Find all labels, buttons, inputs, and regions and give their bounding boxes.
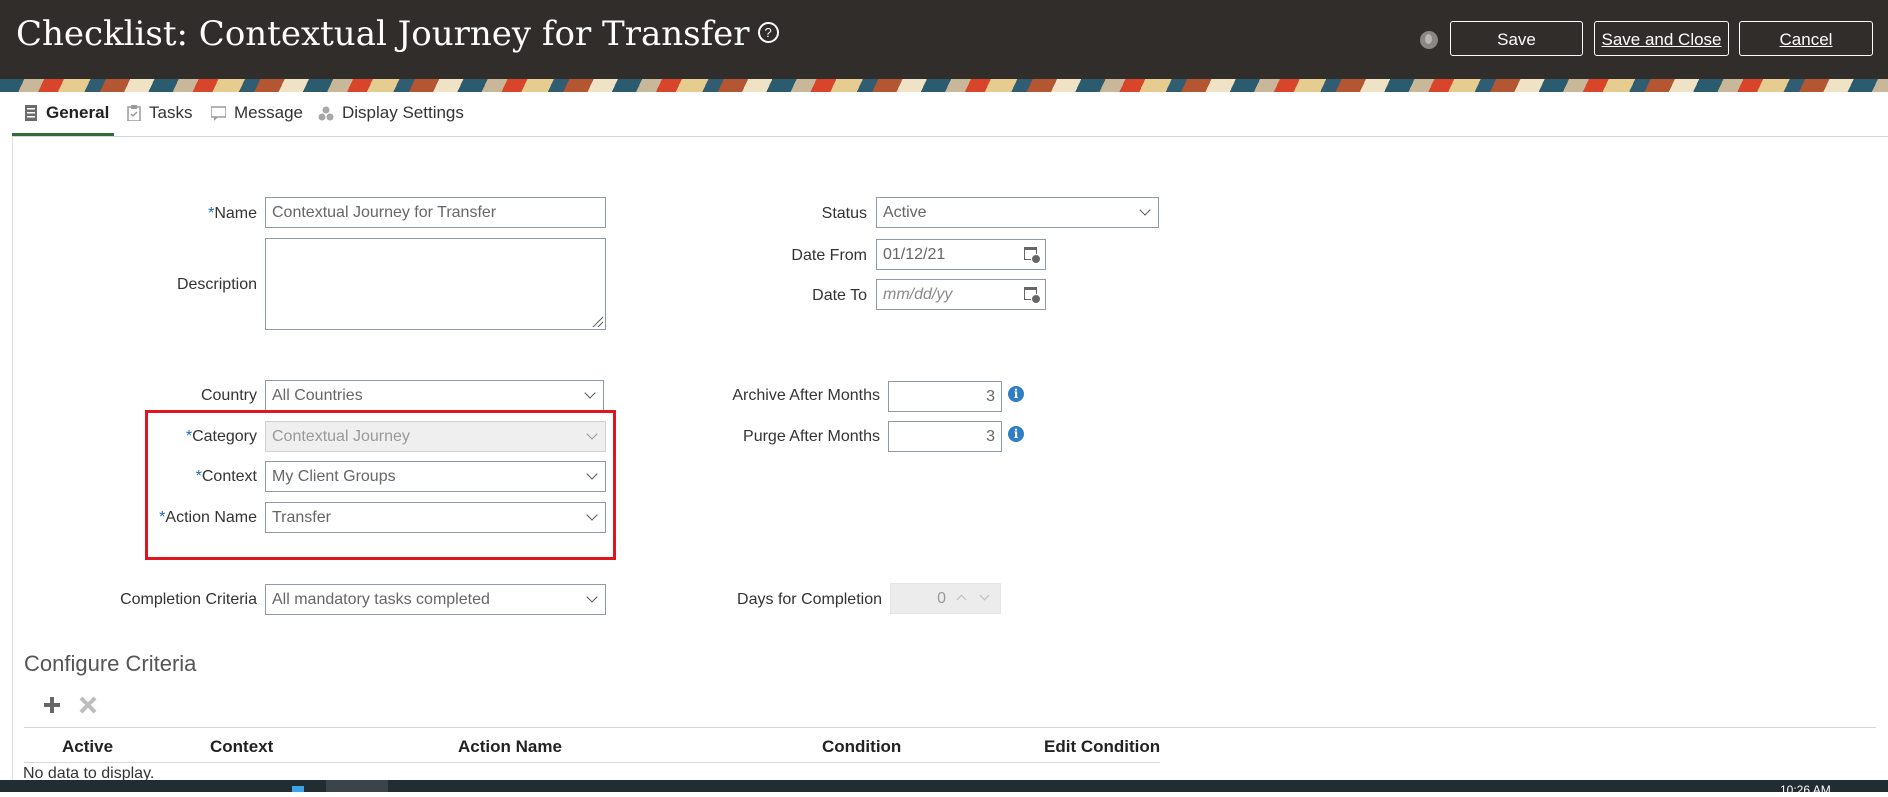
country-value: All Countries: [272, 387, 363, 404]
date-from-label: Date From: [791, 247, 867, 264]
date-to-input[interactable]: mm/dd/yy: [876, 279, 1046, 310]
tab-general[interactable]: General: [24, 103, 109, 136]
completion-criteria-label: Completion Criteria: [120, 591, 257, 608]
archive-after-months-input[interactable]: 3: [888, 381, 1002, 412]
message-icon: [210, 105, 227, 121]
page-header: Checklist: Contextual Journey for Transf…: [0, 0, 1888, 79]
column-header-condition[interactable]: Condition: [822, 737, 901, 757]
calendar-icon[interactable]: [1024, 247, 1041, 264]
info-icon[interactable]: i: [1008, 386, 1024, 402]
taskbar-app-icon[interactable]: [292, 786, 304, 792]
page-title: Checklist: Contextual Journey for Transf…: [16, 14, 779, 54]
country-select[interactable]: All Countries: [265, 380, 604, 411]
display-settings-icon: [318, 105, 334, 121]
archive-after-months-label: Archive After Months: [732, 387, 880, 404]
days-for-completion-value: 0: [937, 590, 946, 607]
days-for-completion-label: Days for Completion: [737, 591, 882, 608]
general-doc-icon: [24, 105, 38, 121]
globe-icon[interactable]: [1420, 31, 1438, 49]
status-select[interactable]: Active: [876, 197, 1159, 228]
completion-criteria-value: All mandatory tasks completed: [272, 591, 490, 608]
tab-message-label: Message: [234, 103, 303, 122]
chevron-down-icon: [979, 590, 990, 601]
country-label: Country: [200, 387, 257, 404]
taskbar-active-app[interactable]: [326, 780, 388, 792]
column-header-action-name[interactable]: Action Name: [458, 737, 562, 757]
description-textarea[interactable]: [265, 238, 606, 330]
delete-icon: [80, 697, 96, 713]
cancel-button[interactable]: Cancel: [1739, 21, 1873, 56]
tab-tasks-label: Tasks: [149, 103, 193, 122]
taskbar-clock: 10:26 AM: [1780, 783, 1831, 797]
chevron-down-icon[interactable]: [586, 591, 598, 603]
content-left-border: [12, 137, 13, 792]
configure-criteria-title: Configure Criteria: [24, 651, 197, 676]
save-and-close-button[interactable]: Save and Close: [1594, 21, 1729, 56]
add-icon[interactable]: [43, 696, 61, 714]
calendar-icon[interactable]: [1024, 287, 1041, 304]
date-from-value: 01/12/21: [883, 246, 946, 263]
status-value: Active: [883, 204, 927, 221]
page-title-text: Checklist: Contextual Journey for Transf…: [16, 14, 750, 54]
chevron-down-icon[interactable]: [1139, 204, 1151, 216]
tab-message[interactable]: Message: [210, 103, 303, 136]
tabs-divider: [12, 136, 1888, 137]
resize-handle-icon[interactable]: [591, 315, 603, 327]
purge-after-months-label: Purge After Months: [743, 428, 880, 445]
days-for-completion-stepper: 0: [890, 583, 1001, 614]
tab-display-settings[interactable]: Display Settings: [318, 103, 464, 136]
highlight-box: [145, 410, 616, 560]
tab-general-label: General: [46, 103, 110, 122]
tab-display-settings-label: Display Settings: [342, 103, 464, 122]
save-button[interactable]: Save: [1450, 21, 1583, 56]
table-top-rule: [24, 727, 1876, 728]
column-header-edit-condition[interactable]: Edit Condition: [1044, 737, 1160, 757]
completion-criteria-select[interactable]: All mandatory tasks completed: [265, 584, 606, 615]
os-taskbar: [0, 780, 1888, 792]
chevron-up-icon: [956, 594, 967, 605]
date-to-placeholder: mm/dd/yy: [883, 286, 953, 303]
date-to-label: Date To: [812, 287, 867, 304]
name-input[interactable]: Contextual Journey for Transfer: [265, 197, 606, 228]
info-icon[interactable]: i: [1008, 426, 1024, 442]
date-from-input[interactable]: 01/12/21: [876, 239, 1046, 270]
tasks-clipboard-icon: [127, 105, 141, 122]
description-label: Description: [176, 276, 257, 293]
help-icon[interactable]: ?: [757, 21, 779, 43]
purge-after-months-input[interactable]: 3: [888, 421, 1002, 452]
table-header-rule: [24, 762, 1160, 763]
column-header-context[interactable]: Context: [210, 737, 273, 757]
status-label: Status: [821, 205, 867, 222]
chevron-down-icon[interactable]: [584, 387, 596, 399]
column-header-active[interactable]: Active: [62, 737, 113, 757]
name-label: *Name: [208, 205, 257, 222]
tab-tasks[interactable]: Tasks: [127, 103, 192, 136]
decorative-banner: [0, 79, 1888, 92]
